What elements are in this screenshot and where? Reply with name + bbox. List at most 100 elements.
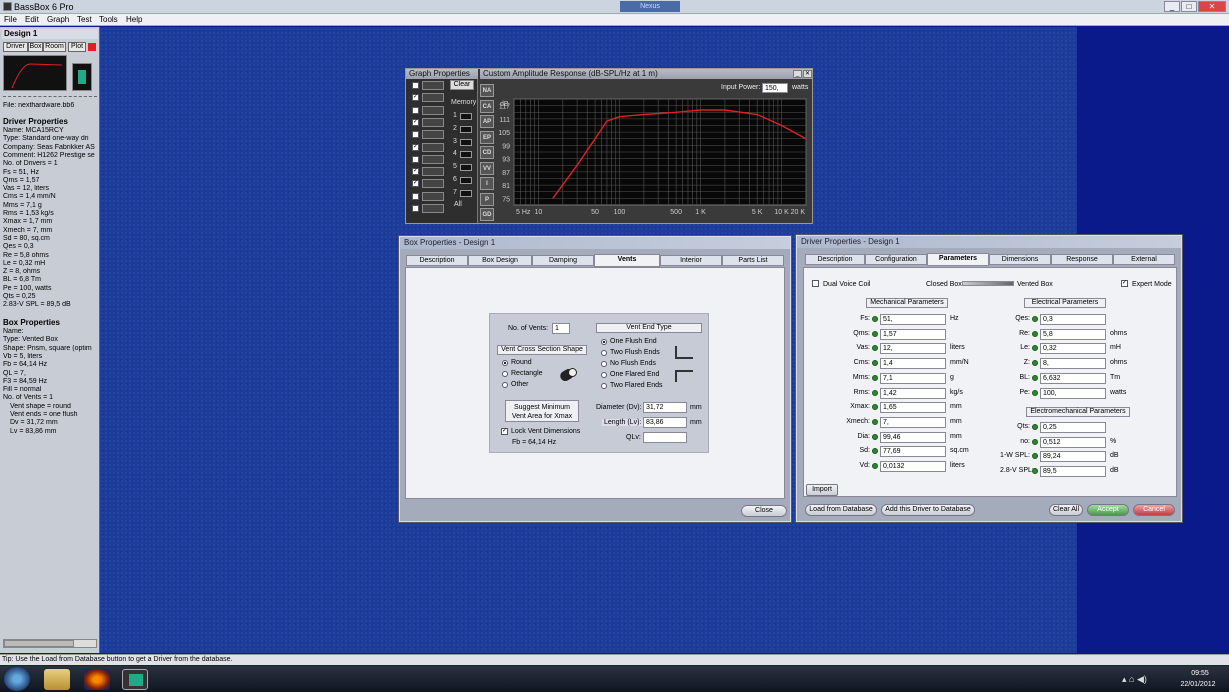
diameter-field[interactable]: 31,72 (643, 402, 687, 413)
tab-vents[interactable]: Vents (594, 254, 660, 267)
param-field[interactable]: 1,65 (880, 402, 946, 414)
param-field[interactable]: 12, (880, 343, 946, 355)
menu-graph[interactable]: Graph (47, 15, 69, 24)
response-thumbnail[interactable] (3, 55, 67, 91)
graph-option-checkbox[interactable]: ✓ (412, 168, 419, 176)
accept-button[interactable]: Accept (1087, 504, 1129, 516)
graph-close-icon[interactable]: ✕ (803, 70, 812, 78)
tab-description[interactable]: Description (805, 254, 865, 265)
tab-interior[interactable]: Interior (660, 255, 722, 266)
lock-vent-checkbox[interactable]: ✓ (501, 428, 508, 435)
folder-icon[interactable] (44, 669, 70, 690)
param-field[interactable]: 7, (880, 416, 946, 428)
memory-slot[interactable] (460, 164, 472, 172)
menu-tools[interactable]: Tools (99, 15, 118, 24)
clear-button[interactable]: Clear (450, 80, 474, 90)
tab-description[interactable]: Description (406, 255, 468, 266)
tray-icons[interactable]: ▴ ⌂ ◀) (1122, 674, 1147, 685)
graph-mode-button-ep[interactable]: EP (480, 130, 494, 144)
menu-test[interactable]: Test (77, 15, 92, 24)
start-icon[interactable] (4, 667, 30, 691)
param-field[interactable]: 1,57 (880, 328, 946, 340)
shape-radio-other[interactable] (502, 382, 508, 388)
tab-parameters[interactable]: Parameters (927, 253, 989, 266)
expert-mode-checkbox[interactable]: ✓ (1121, 280, 1128, 287)
suggest-vent-area-button[interactable]: Suggest Minimum Vent Area for Xmax (505, 400, 579, 422)
param-field[interactable]: 0,32 (1040, 343, 1106, 355)
cancel-button[interactable]: Cancel (1133, 504, 1175, 516)
tab-configuration[interactable]: Configuration (865, 254, 927, 265)
minimize-icon[interactable]: _ (1164, 1, 1180, 12)
qlv-field[interactable] (643, 432, 687, 443)
length-field[interactable]: 83,86 (643, 417, 687, 428)
graph-mode-button-i[interactable]: I (480, 177, 494, 190)
param-field[interactable]: 1,4 (880, 358, 946, 370)
param-field[interactable]: 0,0132 (880, 461, 946, 472)
box-type-slider[interactable] (962, 281, 1014, 286)
graph-mode-button-ca[interactable]: CA (480, 99, 494, 113)
sidebar-scrollbar[interactable] (3, 639, 97, 648)
graph-mode-button-p[interactable]: P (480, 192, 494, 206)
menu-help[interactable]: Help (126, 15, 142, 24)
param-field[interactable]: 100, (1040, 387, 1106, 399)
bassbox-icon[interactable] (122, 669, 148, 690)
memory-slot[interactable] (460, 177, 472, 184)
graph-option-checkbox[interactable]: ✓ (412, 118, 419, 126)
tab-parts-list[interactable]: Parts List (722, 255, 784, 266)
param-field[interactable]: 6,632 (1040, 372, 1106, 384)
add-driver-to-database-button[interactable]: Add this Driver to Database (881, 504, 975, 516)
param-field[interactable]: 5,8 (1040, 328, 1106, 340)
memory-slot[interactable] (460, 151, 472, 159)
graph-option-checkbox[interactable]: ✓ (412, 94, 419, 102)
num-vents-field[interactable]: 1 (552, 323, 570, 334)
input-power-field[interactable]: 150, (762, 83, 788, 93)
param-field[interactable]: 7,1 (880, 372, 946, 384)
graph-minimize-icon[interactable]: _ (793, 70, 802, 78)
memory-slot[interactable] (460, 138, 472, 146)
graph-mode-button-na[interactable]: NA (480, 84, 494, 97)
graph-option-checkbox[interactable] (412, 82, 419, 89)
graph-option-checkbox[interactable] (412, 192, 419, 200)
room-button[interactable]: Room (43, 42, 66, 52)
graph-option-checkbox[interactable]: ✓ (412, 180, 419, 188)
param-field[interactable]: 0,3 (1040, 314, 1106, 325)
param-field[interactable]: 77,69 (880, 446, 946, 458)
end-type-radio[interactable] (601, 383, 607, 389)
close-icon[interactable]: ✕ (1198, 1, 1226, 12)
browser-icon[interactable] (84, 669, 110, 690)
record-icon[interactable] (88, 43, 96, 51)
tab-response[interactable]: Response (1051, 254, 1113, 265)
graph-option-checkbox[interactable] (412, 106, 419, 114)
memory-slot[interactable] (460, 125, 472, 133)
graph-mode-button-vv[interactable]: VV (480, 161, 494, 175)
end-type-radio[interactable] (601, 361, 607, 367)
tab-external[interactable]: External (1113, 254, 1175, 265)
dual-voice-coil-checkbox[interactable] (812, 280, 819, 287)
menu-file[interactable]: File (4, 15, 17, 24)
graph-option-checkbox[interactable] (412, 205, 419, 212)
shape-radio-rectangle[interactable] (502, 371, 508, 377)
driver-button[interactable]: Driver (3, 42, 28, 52)
param-field[interactable]: 89,24 (1040, 451, 1106, 463)
tab-box-design[interactable]: Box Design (468, 255, 532, 266)
graph-mode-button-ap[interactable]: AP (480, 115, 494, 128)
graph-option-checkbox[interactable] (412, 155, 419, 163)
param-field[interactable]: 1,42 (880, 387, 946, 399)
tab-dimensions[interactable]: Dimensions (989, 254, 1051, 265)
param-field[interactable]: 0,512 (1040, 436, 1106, 448)
load-from-database-button[interactable]: Load from Database (805, 504, 877, 516)
graph-mode-button-cd[interactable]: CD (480, 146, 494, 159)
end-type-radio[interactable] (601, 350, 607, 356)
param-field[interactable]: 99,46 (880, 431, 946, 443)
memory-slot[interactable] (460, 113, 472, 120)
shape-radio-round[interactable] (502, 360, 508, 366)
import-button[interactable]: Import (806, 484, 838, 496)
graph-mode-button-gd[interactable]: GD (480, 208, 494, 221)
graph-option-checkbox[interactable]: ✓ (412, 143, 419, 151)
param-field[interactable]: 0,25 (1040, 422, 1106, 433)
graph-option-checkbox[interactable] (412, 131, 419, 139)
memory-slot[interactable] (460, 189, 472, 197)
end-type-radio[interactable] (601, 372, 607, 378)
box-button[interactable]: Box (28, 42, 43, 52)
menu-edit[interactable]: Edit (25, 15, 39, 24)
